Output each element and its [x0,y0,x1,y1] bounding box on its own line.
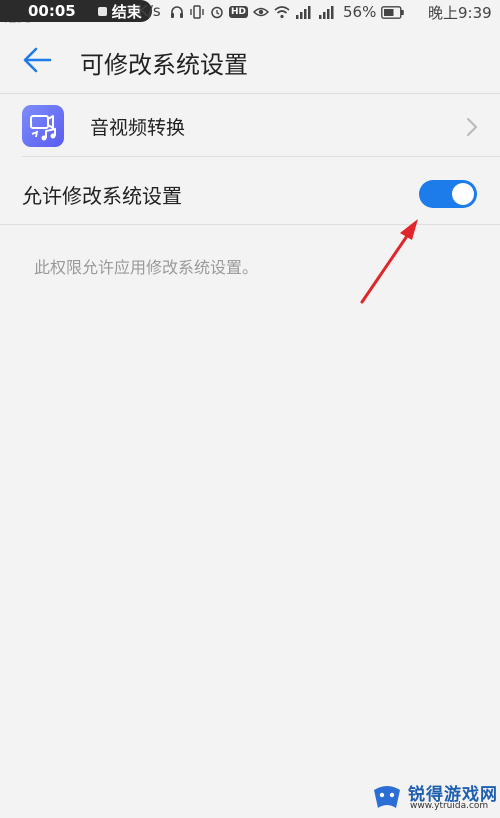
page-title: 可修改系统设置 [80,51,248,79]
stop-icon [97,6,107,16]
network-speed: K/s [138,2,161,20]
back-button[interactable] [20,44,56,76]
signal-icon-2 [319,6,334,19]
switch-knob [452,183,474,205]
video-converter-app-icon [22,105,64,147]
wifi-icon [274,6,290,19]
permission-description: 此权限允许应用修改系统设置。 [34,258,259,277]
permission-label: 允许修改系统设置 [22,184,182,208]
app-name: 音视频转换 [90,117,186,139]
headphones-icon [171,6,183,18]
permission-row: 允许修改系统设置 [0,158,500,224]
status-icons: HD 56% [170,3,405,21]
battery-icon [381,5,405,19]
hd-badge: HD [229,6,249,18]
divider [22,156,500,157]
divider [0,224,500,225]
app-bar: 可修改系统设置 [0,24,500,94]
battery-percent: 56% [343,3,377,21]
signal-icon [296,6,311,19]
gamepad-logo-icon [374,786,400,808]
allow-modify-settings-switch[interactable] [419,180,477,208]
clock: 晚上9:39 [428,4,492,22]
app-info-row[interactable]: 音视频转换 [0,96,500,156]
vibrate-icon [190,5,204,19]
watermark: 锐得游戏网 www.ytruida.com [370,780,498,814]
chevron-right-icon [467,118,477,136]
watermark-url: www.ytruida.com [410,801,489,811]
back-arrow-icon [23,47,52,73]
alarm-icon [211,6,223,19]
screen-recording-pill[interactable]: 00:05 结束 [0,0,152,22]
status-bar: 中国 中国移动 00:05 结束 K/s HD 56% 晚上9:39 [0,0,500,24]
divider [0,93,500,94]
eye-icon [253,7,270,17]
recording-time: 00:05 [28,2,76,20]
